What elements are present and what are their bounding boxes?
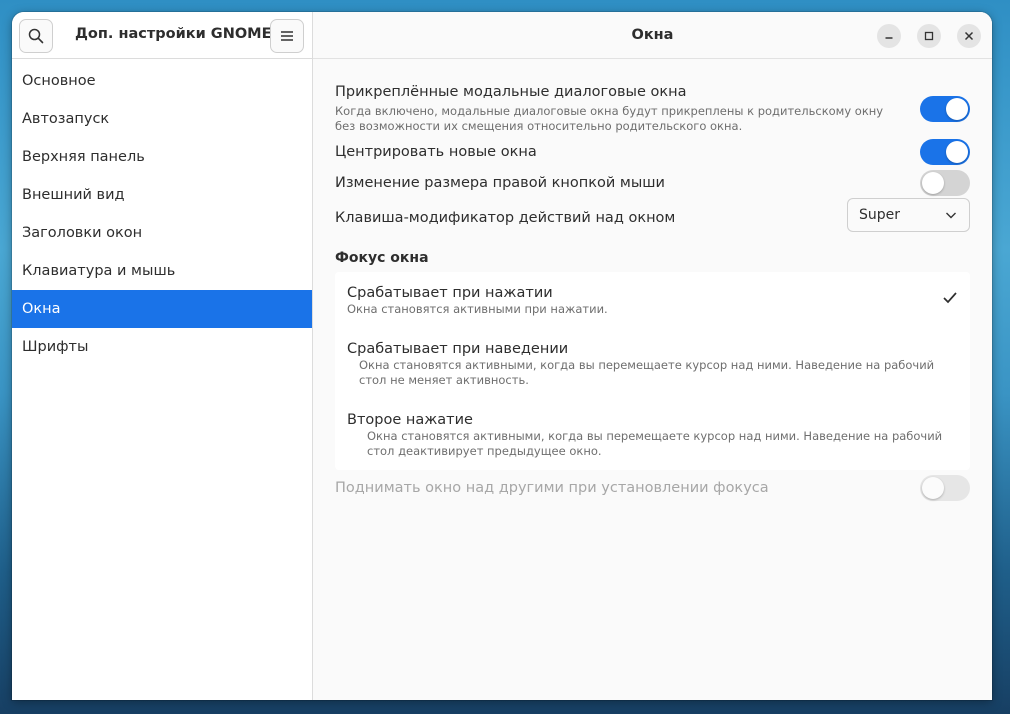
focus-option-description: Окна становятся активными при нажатии.: [347, 302, 608, 316]
sidebar-item-fonts[interactable]: Шрифты: [12, 328, 312, 366]
sidebar-item-appearance[interactable]: Внешний вид: [12, 176, 312, 214]
maximize-button[interactable]: [917, 24, 941, 48]
setting-center-new-windows: Центрировать новые окна: [335, 139, 970, 165]
focus-option-click[interactable]: Срабатывает при нажатии Окна становятся …: [347, 285, 958, 317]
focus-option-secondary-click[interactable]: Второе нажатие Окна становятся активными…: [347, 412, 958, 459]
setting-resize-right-button: Изменение размера правой кнопкой мыши: [335, 170, 970, 196]
focus-option-description: Окна становятся активными, когда вы пере…: [359, 358, 935, 387]
minimize-button[interactable]: [877, 24, 901, 48]
toggle-knob: [946, 98, 968, 120]
focus-mode-list: Срабатывает при нажатии Окна становятся …: [335, 272, 970, 470]
sidebar: Доп. настройки GNOME Основное Автозапуск…: [12, 12, 313, 700]
maximize-icon: [924, 31, 934, 41]
setting-title: Прикреплённые модальные диалоговые окна: [335, 84, 687, 100]
raise-on-focus-toggle[interactable]: [920, 475, 970, 501]
sidebar-item-general[interactable]: Основное: [12, 62, 312, 100]
focus-option-hover[interactable]: Срабатывает при наведении Окна становятс…: [347, 341, 958, 388]
focus-option-title: Срабатывает при нажатии: [347, 285, 553, 301]
minimize-icon: [885, 37, 893, 39]
toggle-knob: [922, 477, 944, 499]
search-icon: [28, 28, 44, 44]
sidebar-list: Основное Автозапуск Верхняя панель Внешн…: [12, 59, 312, 366]
main-panel: Окна Прикреплённые модальные диалоговые …: [313, 12, 992, 700]
setting-title: Центрировать новые окна: [335, 144, 537, 160]
section-title-window-focus: Фокус окна: [335, 250, 429, 266]
close-icon: [964, 31, 974, 41]
search-button[interactable]: [19, 19, 53, 53]
setting-attach-modal: Прикреплённые модальные диалоговые окна …: [335, 84, 970, 134]
center-new-windows-toggle[interactable]: [920, 139, 970, 165]
toggle-knob: [922, 172, 944, 194]
sidebar-header: Доп. настройки GNOME: [12, 12, 312, 59]
focus-option-description: Окна становятся активными, когда вы пере…: [367, 429, 943, 458]
focus-option-title: Срабатывает при наведении: [347, 341, 569, 357]
dropdown-value: Super: [859, 207, 901, 223]
close-button[interactable]: [957, 24, 981, 48]
sidebar-item-keyboard-mouse[interactable]: Клавиатура и мышь: [12, 252, 312, 290]
sidebar-item-startup[interactable]: Автозапуск: [12, 100, 312, 138]
setting-modifier-key: Клавиша-модификатор действий над окном S…: [335, 198, 970, 232]
setting-description: Когда включено, модальные диалоговые окн…: [335, 104, 884, 133]
sidebar-item-window-titles[interactable]: Заголовки окон: [12, 214, 312, 252]
main-menu-button[interactable]: [270, 19, 304, 53]
app-window: Доп. настройки GNOME Основное Автозапуск…: [12, 12, 992, 700]
setting-title: Изменение размера правой кнопкой мыши: [335, 175, 665, 191]
focus-option-title: Второе нажатие: [347, 412, 473, 428]
modifier-key-dropdown[interactable]: Super: [847, 198, 970, 232]
resize-right-button-toggle[interactable]: [920, 170, 970, 196]
main-header: Окна: [313, 12, 992, 59]
setting-title: Поднимать окно над другими при установле…: [335, 480, 769, 496]
hamburger-menu-icon: [281, 31, 293, 41]
sidebar-item-top-bar[interactable]: Верхняя панель: [12, 138, 312, 176]
checkmark-icon: [943, 292, 957, 304]
app-title: Доп. настройки GNOME: [75, 26, 272, 42]
setting-raise-on-focus: Поднимать окно над другими при установле…: [335, 475, 970, 501]
chevron-down-icon: [946, 212, 956, 219]
sidebar-item-windows[interactable]: Окна: [12, 290, 312, 328]
attach-modal-toggle[interactable]: [920, 96, 970, 122]
toggle-knob: [946, 141, 968, 163]
